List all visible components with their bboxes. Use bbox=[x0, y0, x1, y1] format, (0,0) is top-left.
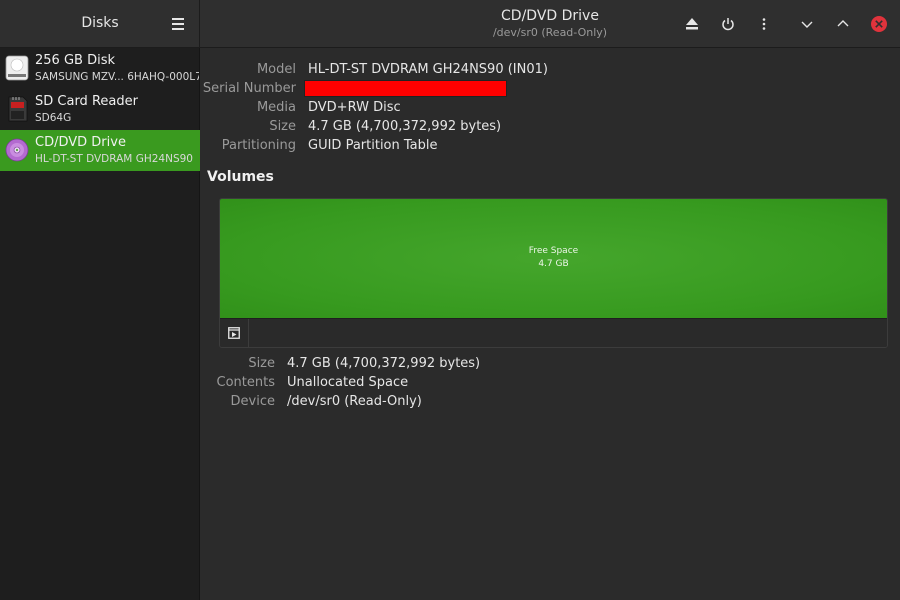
close-icon bbox=[871, 16, 887, 32]
sidebar-item-sd-card-reader[interactable]: SD Card Reader SD64G bbox=[0, 89, 200, 130]
device-sidebar: 256 GB Disk SAMSUNG MZV... 6HAHQ-000L7 S… bbox=[0, 48, 200, 600]
sidebar-item-sub: HL-DT-ST DVDRAM GH24NS90 bbox=[35, 153, 193, 165]
partition-icon bbox=[228, 327, 240, 339]
create-partition-button[interactable] bbox=[220, 319, 249, 347]
partitioning-label: Partitioning bbox=[221, 138, 296, 153]
volume-toolbar bbox=[220, 319, 887, 347]
sidebar-item-sub: SAMSUNG MZV... 6HAHQ-000L7 bbox=[35, 71, 199, 83]
volume-contents-label: Contents bbox=[216, 375, 275, 390]
segment-name: Free Space bbox=[528, 246, 579, 256]
power-button[interactable] bbox=[718, 14, 738, 34]
sidebar-item-cd-dvd-drive[interactable]: CD/DVD Drive HL-DT-ST DVDRAM GH24NS90 bbox=[0, 130, 200, 171]
hamburger-icon bbox=[172, 18, 184, 20]
serial-label: Serial Number bbox=[202, 81, 296, 96]
volumes-heading: Volumes bbox=[207, 169, 274, 185]
free-space-segment[interactable]: Free Space 4.7 GB bbox=[220, 199, 887, 319]
volume-size-label: Size bbox=[248, 356, 275, 371]
sidebar-item-sub: SD64G bbox=[35, 112, 72, 124]
segment-size: 4.7 GB bbox=[538, 259, 569, 269]
model-value: HL-DT-ST DVDRAM GH24NS90 (IN01) bbox=[308, 62, 548, 77]
window-subtitle: /dev/sr0 (Read-Only) bbox=[492, 26, 608, 39]
maximize-button[interactable] bbox=[833, 14, 853, 34]
size-value: 4.7 GB (4,700,372,992 bytes) bbox=[308, 119, 502, 134]
volume-size-value: 4.7 GB (4,700,372,992 bytes) bbox=[287, 356, 481, 371]
model-label: Model bbox=[256, 62, 296, 77]
serial-redaction bbox=[304, 80, 507, 97]
header-bar: Disks CD/DVD Drive /dev/sr0 (Read-Only) bbox=[0, 0, 900, 48]
sidebar-item-256gb-disk[interactable]: 256 GB Disk SAMSUNG MZV... 6HAHQ-000L7 bbox=[0, 48, 200, 89]
sd-card-icon bbox=[8, 96, 28, 122]
hard-disk-icon bbox=[5, 55, 29, 81]
sidebar-item-name: 256 GB Disk bbox=[35, 53, 115, 68]
menu-button[interactable] bbox=[168, 14, 188, 34]
volume-map: Free Space 4.7 GB bbox=[219, 198, 888, 348]
minimize-button[interactable] bbox=[797, 14, 817, 34]
optical-disc-icon bbox=[5, 138, 29, 162]
eject-icon bbox=[686, 18, 698, 30]
eject-button[interactable] bbox=[682, 14, 702, 34]
media-label: Media bbox=[256, 100, 296, 115]
drive-details: Model HL-DT-ST DVDRAM GH24NS90 (IN01) Se… bbox=[201, 48, 900, 600]
sidebar-item-name: CD/DVD Drive bbox=[35, 135, 126, 150]
size-label: Size bbox=[269, 119, 296, 134]
volume-device-value: /dev/sr0 (Read-Only) bbox=[287, 394, 422, 409]
volume-contents-value: Unallocated Space bbox=[287, 375, 409, 390]
sidebar-item-name: SD Card Reader bbox=[35, 94, 138, 109]
window-title: CD/DVD Drive bbox=[501, 8, 599, 24]
chevron-down-icon bbox=[801, 21, 813, 28]
close-button[interactable] bbox=[869, 14, 889, 34]
vertical-dots-icon bbox=[762, 18, 766, 30]
power-icon bbox=[722, 18, 734, 31]
more-options-button[interactable] bbox=[754, 14, 774, 34]
sidebar-header: Disks bbox=[0, 0, 200, 48]
partitioning-value: GUID Partition Table bbox=[308, 138, 438, 153]
chevron-up-icon bbox=[837, 20, 849, 27]
media-value: DVD+RW Disc bbox=[308, 100, 401, 115]
volume-device-label: Device bbox=[230, 394, 275, 409]
